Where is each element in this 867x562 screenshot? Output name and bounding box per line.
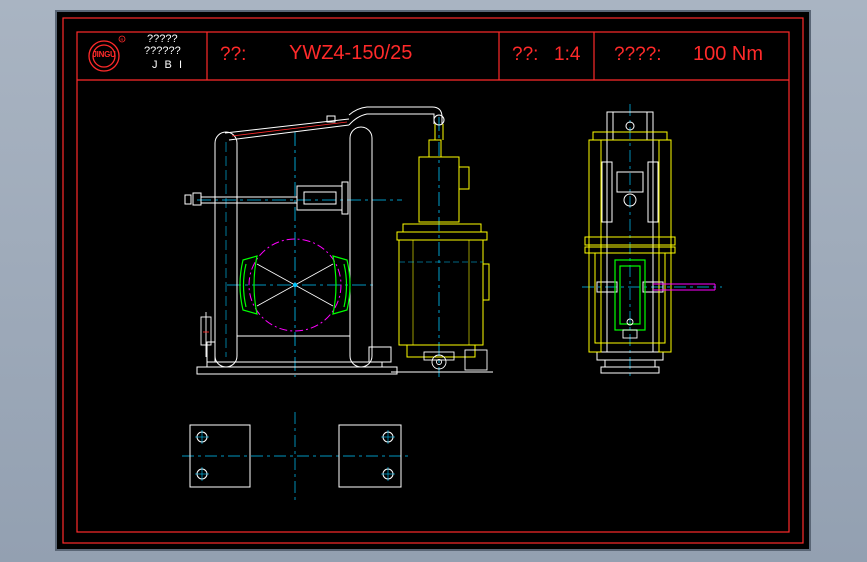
base-plate xyxy=(196,335,398,375)
company-name-line1: ????? xyxy=(147,33,178,45)
logo-text: JINGU xyxy=(92,50,116,59)
company-abbreviation: J B I xyxy=(152,59,185,71)
left-brake-arm xyxy=(214,131,238,368)
torque-label: ????: xyxy=(614,44,662,65)
adjust-screw xyxy=(200,312,212,357)
scale-value: 1:4 xyxy=(554,44,581,65)
torque-value: 100 Nm xyxy=(693,43,764,65)
drawing-sheet: R JINGU ????? ?????? J B I ??: YWZ4-150/… xyxy=(55,10,811,551)
top-lever xyxy=(224,106,445,141)
drawing-frame xyxy=(62,17,804,544)
svg-text:R: R xyxy=(121,37,124,42)
cad-drawing: R xyxy=(62,17,804,544)
scale-label: ??: xyxy=(512,44,539,65)
model-value: YWZ4-150/25 xyxy=(289,42,413,64)
front-centerlines xyxy=(197,117,440,377)
thruster xyxy=(391,124,493,373)
model-label: ??: xyxy=(220,44,247,65)
company-name-line2: ?????? xyxy=(144,45,181,57)
front-view xyxy=(184,106,445,377)
right-brake-arm xyxy=(349,126,373,368)
spring-rod xyxy=(184,181,349,215)
base-plan-view xyxy=(182,412,412,502)
side-view xyxy=(582,104,722,377)
